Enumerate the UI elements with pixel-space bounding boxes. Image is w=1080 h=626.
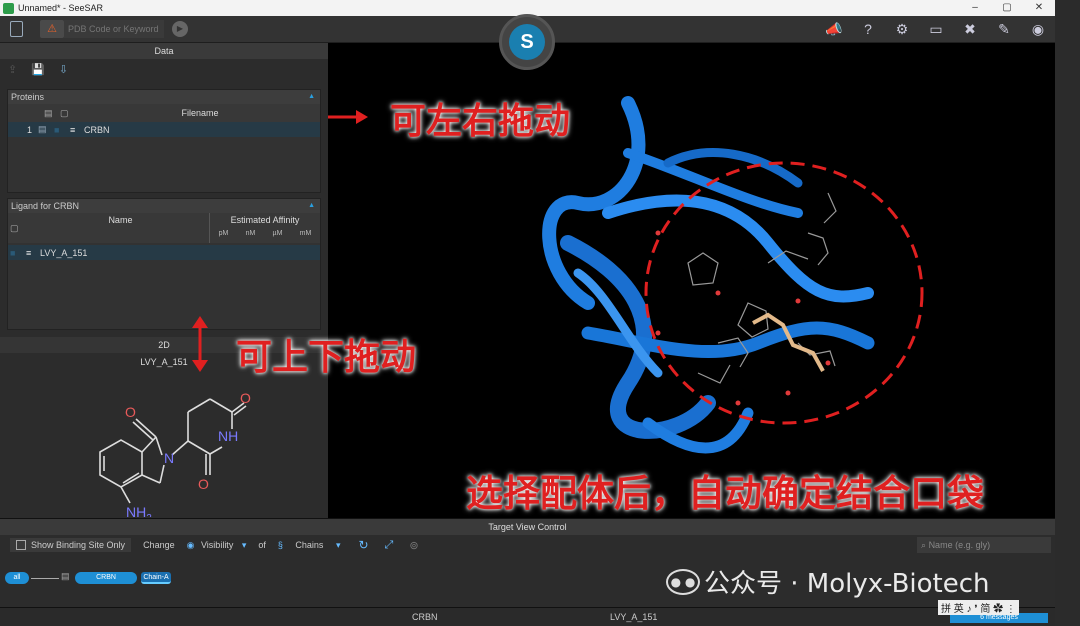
db-icon: ▤ <box>61 571 70 581</box>
visibility-label: Visibility <box>200 539 234 550</box>
visibility-dropdown[interactable]: ◉ Visibility ▾ <box>187 540 247 551</box>
protein-row[interactable]: 1 ▤ ■ ≡ CRBN <box>8 122 320 137</box>
protein-filename: CRBN <box>84 124 110 135</box>
load-play-button[interactable]: ▶ <box>172 21 188 37</box>
chains-label: Chains <box>295 539 324 550</box>
annotation-binding-pocket: 选择配体后，自动确定结合口袋 <box>466 472 984 515</box>
comment-icon[interactable]: ■ <box>8 248 26 258</box>
file-icon: ≡ <box>26 247 32 258</box>
show-binding-site-label: Show Binding Site Only <box>31 539 126 550</box>
ligand-2d-structure: O N O NH O NH2 <box>99 390 251 517</box>
db-icon: ▤ <box>38 124 47 134</box>
comment-icon[interactable]: ■ <box>54 125 70 135</box>
ligand-row[interactable]: ■ ≡ LVY_A_151 <box>8 245 320 260</box>
name-search-placeholder: Name (e.g. gly) <box>928 540 991 550</box>
chevron-down-icon: ▾ <box>335 539 341 550</box>
document-icon[interactable] <box>10 21 23 37</box>
up-down-arrow-icon <box>192 316 208 372</box>
data-panel-title: Data <box>0 43 328 59</box>
tree-connector <box>31 578 59 579</box>
seesar-logo[interactable]: S <box>499 14 555 70</box>
close-button[interactable]: ✕ <box>1023 0 1055 16</box>
settings-icon[interactable]: ⚙ <box>891 19 913 39</box>
atom-nh2: NH2 <box>126 504 152 517</box>
atom-o-bottom: O <box>198 476 209 492</box>
atom-o-top: O <box>125 404 136 420</box>
reset-icon[interactable]: ↻ <box>358 538 368 552</box>
maximize-button[interactable]: ▢ <box>991 0 1023 16</box>
proteins-section: Proteins ▲ ▤ ▢ Filename 1 ▤ ■ ≡ CRBN <box>7 89 321 193</box>
status-bar: CRBN LVY_A_151 6 messages <box>0 607 1055 626</box>
eye-icon[interactable]: ◉ <box>1027 19 1049 39</box>
pdb-search-input[interactable] <box>64 20 164 38</box>
ligand-name: LVY_A_151 <box>40 247 88 258</box>
status-protein: CRBN <box>412 612 438 622</box>
comment-column-icon: ▢ <box>60 107 69 118</box>
chain-icon: § <box>277 539 283 550</box>
name-column-header[interactable]: Name <box>32 213 209 243</box>
eye-icon: ◉ <box>186 539 195 550</box>
help-icon[interactable]: ? <box>857 19 879 39</box>
logo-letter: S <box>509 24 545 60</box>
load-icon[interactable]: ⇩ <box>59 63 68 76</box>
status-ligand: LVY_A_151 <box>610 612 658 622</box>
unit-nm: nM <box>245 230 256 237</box>
filename-column-header[interactable]: Filename <box>80 108 320 118</box>
tree-all[interactable]: all <box>5 572 29 584</box>
minimize-button[interactable]: – <box>959 0 991 16</box>
db-column-icon: ▤ <box>44 107 53 118</box>
show-binding-site-toggle[interactable]: Show Binding Site Only <box>10 537 132 553</box>
file-icon: ≡ <box>70 124 76 135</box>
affinity-column-header[interactable]: Estimated Affinity <box>210 213 320 225</box>
atom-o-right: O <box>240 390 251 406</box>
search-icon: ⌕ <box>921 540 927 550</box>
row-index: 1 <box>26 124 32 135</box>
pin-icon[interactable]: ✎ <box>993 19 1015 39</box>
tvc-title: Target View Control <box>0 519 1055 535</box>
watermark-text: 公众号 · Molyx-Biotech <box>704 569 990 599</box>
ligands-section: Ligand for CRBN ▲ ▢ Name Estimated Affin… <box>7 198 321 330</box>
watermark: ● ● 公众号 · Molyx-Biotech <box>666 563 990 600</box>
chevron-down-icon: ▾ <box>241 539 247 550</box>
proteins-title: Proteins <box>11 92 45 102</box>
collapse-icon[interactable]: ▲ <box>308 90 315 104</box>
unit-pm: pM <box>218 230 229 237</box>
ligands-title: Ligand for CRBN <box>11 201 80 211</box>
left-right-arrow-icon <box>328 110 368 124</box>
collapse-icon[interactable]: ▲ <box>308 199 315 213</box>
chains-dropdown[interactable]: § Chains ▾ <box>278 540 341 551</box>
export-icon[interactable]: ⇪ <box>8 63 17 76</box>
save-icon[interactable]: 💾 <box>31 63 45 76</box>
camera-icon[interactable]: ⊚ <box>409 539 418 552</box>
atom-nh2-subscript: 2 <box>146 513 152 517</box>
annotation-up-down: 可上下拖动 <box>236 337 417 378</box>
megaphone-icon[interactable]: 📣 <box>823 19 845 39</box>
connect-icon[interactable]: ⤢ <box>385 539 394 552</box>
checkbox-icon <box>16 540 26 551</box>
tree-protein[interactable]: CRBN <box>75 572 137 584</box>
atom-n: N <box>164 450 174 466</box>
atom-nh: NH <box>218 428 238 444</box>
of-label: of <box>258 540 266 550</box>
name-search-input[interactable]: ⌕ Name (e.g. gly) <box>917 537 1051 553</box>
tools-icon[interactable]: ✖ <box>959 19 981 39</box>
ime-toolbar[interactable]: 拼 英 ♪ ❜ 简 ✿ ⋮ <box>938 600 1019 615</box>
unit-um: µM <box>272 230 283 237</box>
change-label: Change <box>143 540 175 550</box>
app-icon <box>3 2 14 14</box>
window-title: Unnamed* - SeeSAR <box>18 3 104 13</box>
wechat-icon: ● ● <box>666 568 700 595</box>
warning-icon[interactable]: ⚠ <box>40 20 64 38</box>
unit-mm: mM <box>299 230 312 237</box>
atom-nh2-base: NH <box>126 504 146 517</box>
tree-chain[interactable]: Chain-A <box>141 572 171 584</box>
monitor-icon[interactable]: ▭ <box>925 19 947 39</box>
comment-column-icon: ▢ <box>10 223 19 233</box>
annotation-left-right: 可左右拖动 <box>390 101 571 142</box>
